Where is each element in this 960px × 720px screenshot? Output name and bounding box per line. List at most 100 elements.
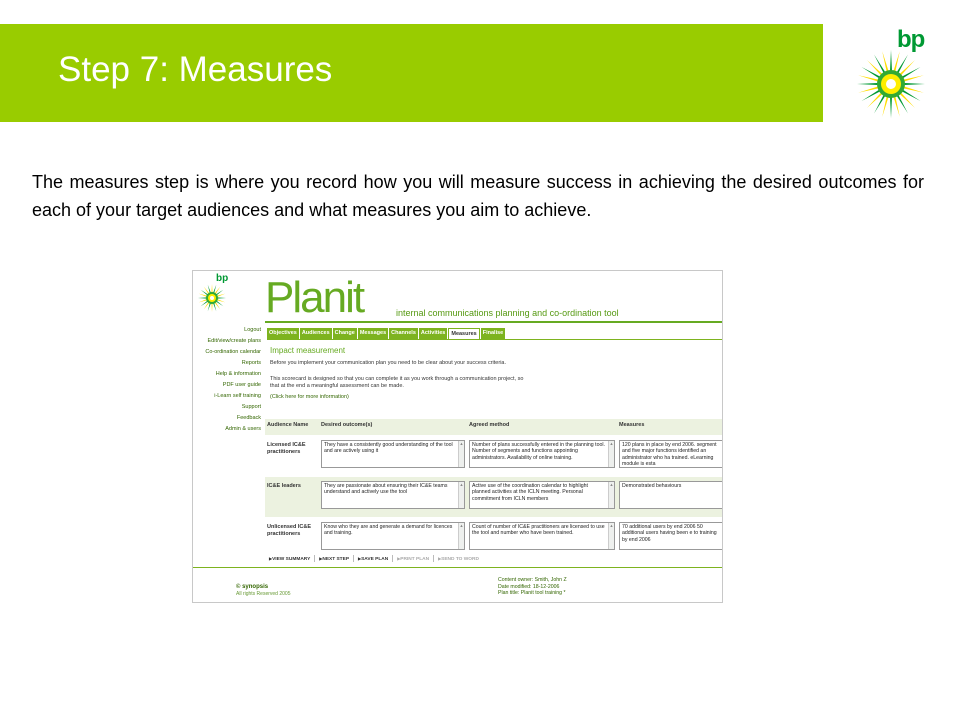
method-text: Number of plans successfully entered in … [472, 442, 605, 461]
bp-helios-icon [857, 50, 925, 118]
app-screenshot: bp Planit internal communications planni… [192, 270, 723, 603]
help-link[interactable]: (Click here for more information) [270, 394, 349, 400]
print-plan-button[interactable]: PRINT PLAN [397, 556, 429, 562]
sidebar-item-admin[interactable]: Admin & users [193, 424, 263, 435]
action-separator [314, 555, 316, 562]
outcome-textarea[interactable]: Know who they are and generate a demand … [321, 522, 465, 550]
scroll-up-icon: ▲ [459, 523, 464, 528]
sidebar-item-support[interactable]: Support [193, 402, 263, 413]
measure-textarea[interactable]: 70 additional users by end 2006 50 addit… [619, 522, 722, 550]
sidebar-item-calendar[interactable]: Co-ordination calendar [193, 347, 263, 358]
textarea-scrollbar[interactable]: ▲ [608, 482, 614, 508]
measures-table: Audience Name Desired outcome(s) Agreed … [265, 419, 722, 558]
measure-textarea[interactable]: 120 plans in place by end 2006. segment … [619, 440, 722, 468]
slide: Step 7: Measures bp The measures step is… [0, 0, 960, 720]
table-row: Unlicensed IC&E practitioners Know who t… [265, 517, 722, 558]
table-header: Audience Name Desired outcome(s) Agreed … [265, 419, 722, 435]
table-row: Licensed IC&E practitioners They have a … [265, 435, 722, 476]
header-divider [265, 321, 722, 323]
measure-text: 120 plans in place by end 2006. segment … [622, 442, 717, 467]
tabs-divider [267, 339, 722, 340]
helios-ray [889, 50, 893, 74]
audience-name: IC&E leaders [267, 483, 301, 489]
measure-text: 70 additional users by end 2006 50 addit… [622, 524, 717, 543]
header-method: Agreed method [469, 422, 510, 428]
table-row: IC&E leaders They are passionate about e… [265, 476, 722, 517]
sidebar-item-reports[interactable]: Reports [193, 358, 263, 369]
tab-objectives[interactable]: Objectives [267, 328, 299, 339]
outcome-textarea[interactable]: They are passionate about ensuring their… [321, 481, 465, 509]
measure-text: Demonstrated behaviours [622, 483, 682, 489]
tab-channels[interactable]: Channels [389, 328, 418, 339]
helios-ray [211, 284, 213, 294]
method-textarea[interactable]: Active use of the coordination calendar … [469, 481, 615, 509]
slide-title: Step 7: Measures [58, 50, 333, 89]
intro-paragraph: The measures step is where you record ho… [32, 172, 924, 220]
sidebar-item-logout[interactable]: Logout [193, 325, 263, 336]
send-to-word-button[interactable]: SEND TO WORD [438, 556, 479, 562]
app-header: bp Planit internal communications planni… [193, 271, 722, 322]
plan-title: Plan title: Planit tool training * [498, 590, 566, 596]
action-separator [433, 555, 435, 562]
content-owner: Content owner: Smith, John Z [498, 577, 567, 583]
tab-change[interactable]: Change [332, 328, 357, 339]
next-step-button[interactable]: NEXT STEP [319, 556, 349, 562]
textarea-scrollbar[interactable]: ▲ [458, 441, 464, 467]
action-separator [353, 555, 355, 562]
planit-tagline: internal communications planning and co-… [396, 308, 619, 318]
app-bp-helios-icon [198, 284, 226, 312]
copyright-text: All rights Reserved 2005 [236, 591, 291, 597]
method-textarea[interactable]: Count of number of IC&E practitioners ar… [469, 522, 615, 550]
planit-wordmark: Planit [265, 273, 365, 322]
header-audience: Audience Name [267, 422, 309, 428]
step-tabs: Objectives Audiences Change Messages Cha… [267, 328, 506, 339]
tab-messages[interactable]: Messages [357, 328, 389, 339]
method-text: Active use of the coordination calendar … [472, 483, 588, 502]
helios-ray [857, 82, 881, 86]
plan-meta: Content owner: Smith, John Z Date modifi… [498, 577, 567, 597]
scroll-up-icon: ▲ [459, 482, 464, 487]
outcome-text: They are passionate about ensuring their… [324, 483, 448, 496]
app-bp-logo: bp [197, 273, 231, 317]
copyright-brand: © synopsis [236, 584, 269, 590]
method-text: Count of number of IC&E practitioners ar… [472, 524, 605, 537]
textarea-scrollbar[interactable]: ▲ [608, 523, 614, 549]
outcome-text: Know who they are and generate a demand … [324, 524, 453, 537]
tab-audiences[interactable]: Audiences [299, 328, 332, 339]
section-title: Impact measurement [270, 346, 346, 355]
textarea-scrollbar[interactable]: ▲ [458, 482, 464, 508]
outcome-textarea[interactable]: They have a consistently good understand… [321, 440, 465, 468]
action-bar: VIEW SUMMARY NEXT STEP SAVE PLAN PRINT P… [269, 555, 479, 562]
tab-finalise[interactable]: Finalise [480, 328, 506, 339]
helios-ray [216, 297, 226, 299]
helios-ray [198, 297, 208, 299]
sidebar-item-training[interactable]: i-Learn self training [193, 391, 263, 402]
sidebar-item-feedback[interactable]: Feedback [193, 413, 263, 424]
tab-activities[interactable]: Activities [418, 328, 448, 339]
view-summary-button[interactable]: VIEW SUMMARY [269, 556, 310, 562]
intro-text-1: Before you implement your communication … [270, 360, 507, 366]
helios-ray [889, 94, 893, 118]
textarea-scrollbar[interactable]: ▲ [458, 523, 464, 549]
sidebar-item-help[interactable]: Help & information [193, 369, 263, 380]
footer-divider [193, 567, 722, 568]
scroll-up-icon: ▲ [609, 441, 614, 446]
sidebar-item-plans[interactable]: Edit/view/create plans [193, 336, 263, 347]
audience-name: Unlicensed IC&E practitioners [267, 524, 312, 537]
sidebar-item-pdf-guide[interactable]: PDF user guide [193, 380, 263, 391]
intro-text-2a: This scorecard is designed so that you c… [270, 376, 524, 382]
tab-measures[interactable]: Measures [448, 328, 480, 339]
header-outcome: Desired outcome(s) [321, 422, 373, 428]
helios-ray [211, 302, 213, 312]
textarea-scrollbar[interactable]: ▲ [608, 441, 614, 467]
scroll-up-icon: ▲ [609, 482, 614, 487]
scroll-up-icon: ▲ [609, 523, 614, 528]
measure-textarea[interactable]: Demonstrated behaviours [619, 481, 722, 509]
app-sidebar: Logout Edit/view/create plans Co-ordinat… [193, 325, 263, 435]
action-separator [392, 555, 394, 562]
helios-ray [901, 82, 925, 86]
method-textarea[interactable]: Number of plans successfully entered in … [469, 440, 615, 468]
intro-text-2b: that at the end a meaningful assessment … [270, 383, 404, 389]
save-plan-button[interactable]: SAVE PLAN [358, 556, 388, 562]
audience-name: Licensed IC&E practitioners [267, 442, 306, 455]
